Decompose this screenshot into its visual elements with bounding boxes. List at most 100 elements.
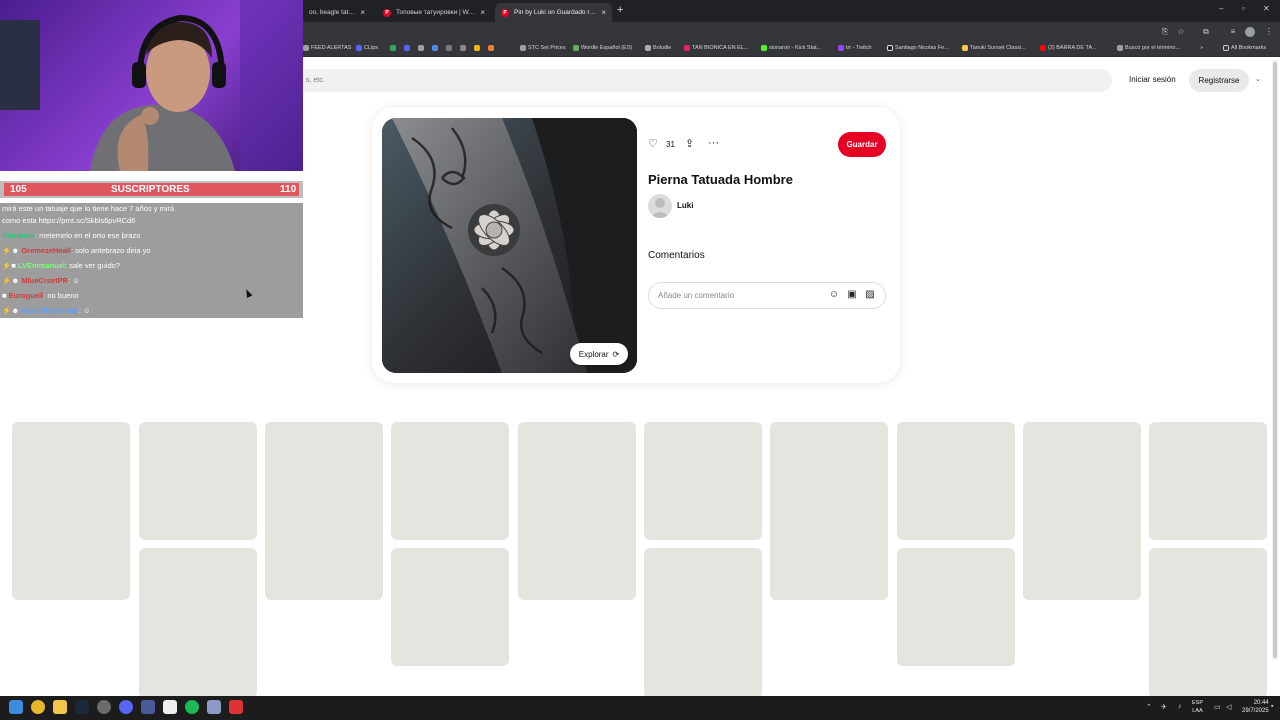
bookmark-item[interactable]: trr - Twitch <box>838 45 872 51</box>
bookmark-item[interactable]: Boludle <box>645 45 671 51</box>
language-indicator[interactable]: ESP LAA <box>1192 699 1203 715</box>
login-button[interactable]: Iniciar sesión <box>1129 75 1176 84</box>
menu-icon[interactable]: ⋮ <box>1264 27 1274 37</box>
pinterest-icon: P <box>383 8 391 17</box>
bookmark-item[interactable]: (2) BARRA DE TA... <box>1040 45 1097 51</box>
app-icon[interactable] <box>207 700 221 714</box>
app-icon[interactable] <box>229 700 243 714</box>
emote-icon: ☺ <box>80 306 91 315</box>
maximize-icon[interactable]: ▫ <box>1242 4 1245 13</box>
badge-icon: ⚡■ <box>2 261 18 270</box>
chrome-icon[interactable] <box>31 700 45 714</box>
browser-tab-wolf[interactable]: P Топовые татуировки | Wolf tat × <box>377 3 491 22</box>
app-icon[interactable] <box>163 700 177 714</box>
close-icon[interactable]: × <box>601 8 606 17</box>
chat-user: LVEmmanuel <box>17 261 65 270</box>
windows-start-icon[interactable] <box>9 700 23 714</box>
chat-message: ⚡☻ MlueCrsetPR: ☺ <box>2 276 80 285</box>
bookmark-star-icon[interactable]: ☆ <box>1176 27 1186 37</box>
bookmark-item[interactable]: Buscó por el término... <box>1117 45 1180 51</box>
scrollbar-thumb[interactable] <box>1273 62 1277 658</box>
bookmark-item[interactable]: sionaron - Kick Stat... <box>761 45 821 51</box>
comments-heading: Comentarios <box>648 250 705 261</box>
volume-icon[interactable]: ◁ <box>1226 703 1231 711</box>
youtube-icon <box>1040 45 1046 51</box>
bookmark-item[interactable]: Tanuki Sunset Classi... <box>962 45 1026 51</box>
bookmarks-more-button[interactable]: » <box>1200 45 1203 51</box>
tray-overflow-icon[interactable]: ⌃ <box>1146 703 1152 711</box>
browser-tab-beagle[interactable]: oo, beagle tattoo id × <box>303 3 371 22</box>
app-icon[interactable] <box>141 700 155 714</box>
search-input[interactable]: s, etc. <box>292 69 1112 92</box>
browser-tab-pin-active[interactable]: P Pin by Luki on Guardado rápido × <box>495 3 612 22</box>
app-icon[interactable] <box>460 45 466 51</box>
tab-label: Pin by Luki on Guardado rápido <box>514 9 597 16</box>
app-icon[interactable] <box>446 45 452 51</box>
app-icon[interactable] <box>390 45 396 51</box>
folder-icon[interactable] <box>418 45 424 51</box>
pin-title: Pierna Tatuada Hombre <box>648 172 793 187</box>
chevron-down-icon[interactable]: ⌄ <box>1255 75 1261 83</box>
file-explorer-icon[interactable] <box>53 700 67 714</box>
bookmark-item[interactable]: STC Set Prices <box>520 45 566 51</box>
microphone-icon[interactable]: ♪ <box>1178 703 1182 710</box>
network-icon[interactable]: ▭ <box>1214 703 1221 711</box>
minimize-icon[interactable]: – <box>1219 4 1223 13</box>
register-button[interactable]: Registrarse <box>1189 69 1249 92</box>
app-icon[interactable] <box>488 45 494 51</box>
bookmark-item[interactable]: Wordle Español (ES) <box>573 45 632 51</box>
steam-icon[interactable] <box>75 700 89 714</box>
spotify-icon[interactable] <box>185 700 199 714</box>
author-avatar[interactable] <box>648 194 672 218</box>
install-icon[interactable]: ⎘ <box>1160 27 1170 37</box>
pin-placeholder <box>139 422 257 540</box>
folder-icon <box>303 45 309 51</box>
like-count: 31 <box>666 140 675 149</box>
more-options-icon[interactable]: ··· <box>708 137 719 149</box>
bookmark-icons-group <box>390 45 494 51</box>
share-icon[interactable]: ⇪ <box>685 137 694 150</box>
chat-message: ■ Euroguell: no bueno <box>2 291 79 300</box>
author-name[interactable]: Luki <box>677 201 693 210</box>
close-icon[interactable]: × <box>360 8 365 17</box>
bookmark-item[interactable]: TAN BIONICA EN EL... <box>684 45 748 51</box>
screen: oo, beagle tattoo id × P Топовые татуиро… <box>0 0 1280 720</box>
bookmark-item[interactable]: Santiago Nicolas Fe... <box>887 45 949 51</box>
bookmark-item[interactable]: FEED ALERTAS <box>303 45 351 51</box>
app-icon <box>684 45 690 51</box>
chat-user: Euroguell <box>8 291 44 300</box>
pin-placeholder <box>265 422 383 600</box>
pin-placeholder <box>391 422 509 540</box>
discord-icon[interactable] <box>404 45 410 51</box>
pin-placeholder <box>1149 548 1267 698</box>
extensions-icon[interactable]: ⧉ <box>1201 27 1211 37</box>
system-clock[interactable]: 20:44 29/7/2025 <box>1242 699 1269 715</box>
media-icon[interactable]: ≡ <box>1228 27 1238 37</box>
close-window-icon[interactable]: ✕ <box>1263 4 1270 13</box>
kick-icon <box>761 45 767 51</box>
explore-button[interactable]: Explorar ⟳ <box>570 343 628 365</box>
boludle-icon <box>645 45 651 51</box>
sticker-icon[interactable]: ▣ <box>846 289 858 301</box>
pin-placeholder <box>391 548 509 666</box>
chat-user: MlueCrsetPR <box>21 276 69 285</box>
explore-label: Explorar <box>578 349 609 359</box>
heart-icon[interactable]: ♡ <box>648 137 658 150</box>
badge-icon: ■ <box>2 291 9 300</box>
notification-icon[interactable]: ▪ <box>1271 703 1273 710</box>
tab-label: oo, beagle tattoo id <box>309 9 355 16</box>
profile-avatar-icon[interactable] <box>1245 27 1255 37</box>
image-icon[interactable]: ▨ <box>864 289 876 301</box>
discord-icon[interactable] <box>119 700 133 714</box>
pin-image[interactable] <box>382 118 637 373</box>
new-tab-button[interactable]: + <box>617 4 623 16</box>
close-icon[interactable]: × <box>480 8 485 17</box>
obs-icon[interactable] <box>97 700 111 714</box>
binance-icon[interactable] <box>474 45 480 51</box>
all-bookmarks-button[interactable]: All Bookmarks <box>1223 45 1266 51</box>
bookmark-item[interactable]: CLips <box>356 45 378 51</box>
app-icon[interactable] <box>432 45 438 51</box>
emoji-icon[interactable]: ☺ <box>828 289 840 301</box>
save-button[interactable]: Guardar <box>838 132 886 157</box>
telegram-icon[interactable]: ✈ <box>1161 703 1167 711</box>
